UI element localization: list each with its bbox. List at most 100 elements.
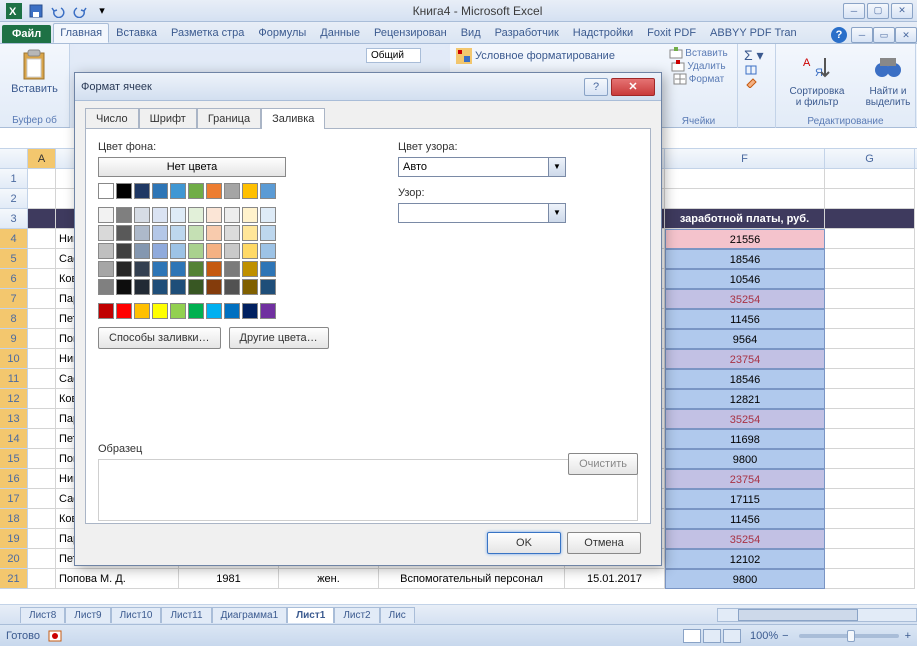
color-swatch[interactable] bbox=[206, 183, 222, 199]
row-header[interactable]: 16 bbox=[0, 469, 28, 489]
minimize-button[interactable]: ─ bbox=[843, 3, 865, 19]
color-swatch[interactable] bbox=[170, 279, 186, 295]
sheet-tab[interactable]: Лист9 bbox=[65, 607, 110, 623]
color-swatch[interactable] bbox=[170, 183, 186, 199]
color-swatch[interactable] bbox=[206, 261, 222, 277]
row-header[interactable]: 4 bbox=[0, 229, 28, 249]
color-swatch[interactable] bbox=[134, 261, 150, 277]
cell[interactable] bbox=[28, 329, 56, 349]
color-swatch[interactable] bbox=[152, 183, 168, 199]
color-swatch[interactable] bbox=[224, 261, 240, 277]
cell[interactable]: 18546 bbox=[665, 369, 825, 389]
view-pagebreak-icon[interactable] bbox=[723, 629, 741, 643]
color-swatch[interactable] bbox=[98, 207, 114, 223]
help-icon[interactable]: ? bbox=[831, 27, 847, 43]
color-swatch[interactable] bbox=[134, 225, 150, 241]
sheet-tab[interactable]: Лист11 bbox=[161, 607, 211, 623]
color-swatch[interactable] bbox=[242, 261, 258, 277]
maximize-button[interactable]: ▢ bbox=[867, 3, 889, 19]
cell[interactable] bbox=[825, 309, 915, 329]
color-swatch[interactable] bbox=[98, 225, 114, 241]
color-swatch[interactable] bbox=[134, 183, 150, 199]
color-swatch[interactable] bbox=[152, 243, 168, 259]
cell[interactable] bbox=[825, 289, 915, 309]
cell[interactable]: жен. bbox=[279, 569, 379, 589]
color-swatch[interactable] bbox=[170, 243, 186, 259]
color-swatch[interactable] bbox=[224, 225, 240, 241]
color-swatch[interactable] bbox=[242, 183, 258, 199]
cell[interactable] bbox=[28, 269, 56, 289]
ribbon-tab-7[interactable]: Разработчик bbox=[488, 23, 566, 43]
color-swatch[interactable] bbox=[206, 243, 222, 259]
color-swatch[interactable] bbox=[116, 279, 132, 295]
color-swatch[interactable] bbox=[206, 279, 222, 295]
cell[interactable]: 11698 bbox=[665, 429, 825, 449]
color-swatch[interactable] bbox=[188, 183, 204, 199]
color-swatch[interactable] bbox=[260, 303, 276, 319]
color-swatch[interactable] bbox=[224, 243, 240, 259]
sheet-tab[interactable]: Диаграмма1 bbox=[212, 607, 288, 623]
cell[interactable] bbox=[825, 349, 915, 369]
color-swatch[interactable] bbox=[260, 225, 276, 241]
cell[interactable] bbox=[28, 549, 56, 569]
cell[interactable]: 18546 bbox=[665, 249, 825, 269]
dialog-tab-Число[interactable]: Число bbox=[85, 108, 139, 129]
cell[interactable] bbox=[28, 189, 56, 209]
view-layout-icon[interactable] bbox=[703, 629, 721, 643]
dialog-help-button[interactable]: ? bbox=[584, 78, 608, 96]
color-swatch[interactable] bbox=[134, 303, 150, 319]
dialog-titlebar[interactable]: Формат ячеек ? ✕ bbox=[75, 73, 661, 101]
ribbon-tab-8[interactable]: Надстройки bbox=[566, 23, 640, 43]
ribbon-tab-0[interactable]: Главная bbox=[53, 23, 109, 43]
row-header[interactable]: 1 bbox=[0, 169, 28, 189]
pattern-combo[interactable]: ▼ bbox=[398, 203, 566, 223]
cell[interactable] bbox=[28, 349, 56, 369]
color-swatch[interactable] bbox=[134, 207, 150, 223]
sort-filter-button[interactable]: АЯ Сортировка и фильтр bbox=[784, 50, 850, 110]
cell[interactable]: 21556 bbox=[665, 229, 825, 249]
cell[interactable]: 1981 bbox=[179, 569, 279, 589]
cell[interactable] bbox=[28, 409, 56, 429]
col-header-g[interactable]: G bbox=[825, 149, 915, 168]
ribbon-minimize-icon[interactable]: ─ bbox=[851, 27, 873, 43]
col-header-a[interactable]: A bbox=[28, 149, 56, 168]
cell[interactable]: 15.01.2017 bbox=[565, 569, 665, 589]
ribbon-tab-10[interactable]: ABBYY PDF Tran bbox=[703, 23, 804, 43]
cell[interactable]: 9800 bbox=[665, 569, 825, 589]
cell[interactable] bbox=[28, 489, 56, 509]
color-swatch[interactable] bbox=[188, 225, 204, 241]
row-header[interactable]: 21 bbox=[0, 569, 28, 589]
format-cells-button[interactable]: Формат bbox=[673, 73, 725, 85]
cell[interactable] bbox=[28, 529, 56, 549]
dialog-close-button[interactable]: ✕ bbox=[611, 78, 655, 96]
clear-icon[interactable] bbox=[744, 76, 758, 88]
color-swatch[interactable] bbox=[260, 207, 276, 223]
zoom-in-button[interactable]: + bbox=[905, 630, 911, 642]
cell[interactable] bbox=[825, 569, 915, 589]
color-swatch[interactable] bbox=[224, 207, 240, 223]
cell[interactable] bbox=[825, 529, 915, 549]
cell[interactable] bbox=[28, 429, 56, 449]
color-swatch[interactable] bbox=[188, 207, 204, 223]
color-swatch[interactable] bbox=[242, 303, 258, 319]
row-header[interactable]: 5 bbox=[0, 249, 28, 269]
excel-icon[interactable]: X bbox=[4, 2, 24, 20]
color-swatch[interactable] bbox=[152, 225, 168, 241]
color-swatch[interactable] bbox=[242, 207, 258, 223]
cell[interactable] bbox=[28, 209, 56, 229]
row-header[interactable]: 6 bbox=[0, 269, 28, 289]
color-swatch[interactable] bbox=[206, 303, 222, 319]
close-button[interactable]: ✕ bbox=[891, 3, 913, 19]
cell[interactable] bbox=[825, 389, 915, 409]
cell[interactable] bbox=[28, 469, 56, 489]
redo-icon[interactable] bbox=[70, 2, 90, 20]
delete-cells-button[interactable]: Удалить bbox=[671, 60, 725, 72]
color-swatch[interactable] bbox=[98, 261, 114, 277]
color-swatch[interactable] bbox=[206, 207, 222, 223]
cell[interactable] bbox=[28, 369, 56, 389]
dialog-tab-Граница[interactable]: Граница bbox=[197, 108, 261, 129]
color-swatch[interactable] bbox=[152, 207, 168, 223]
cancel-button[interactable]: Отмена bbox=[567, 532, 641, 554]
color-swatch[interactable] bbox=[242, 279, 258, 295]
color-swatch[interactable] bbox=[116, 243, 132, 259]
